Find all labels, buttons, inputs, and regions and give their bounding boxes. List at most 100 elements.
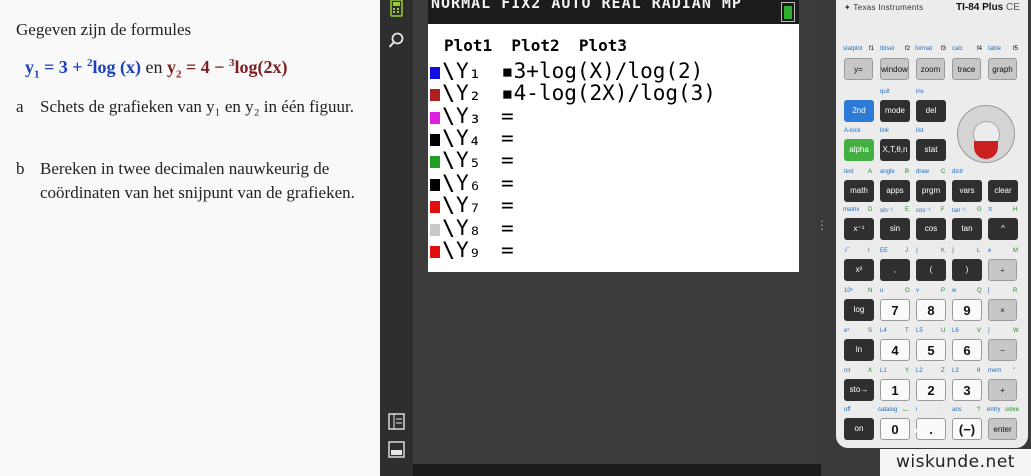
key-apps[interactable]: apps <box>880 180 910 202</box>
key-plus[interactable]: + <box>988 379 1017 401</box>
key-alpha[interactable]: alpha <box>844 139 874 161</box>
key-k7[interactable]: 7 <box>880 299 910 321</box>
line-style-icon[interactable]: \ <box>442 81 455 105</box>
key-minus[interactable]: − <box>988 339 1017 361</box>
key-zoom[interactable]: zoom <box>916 58 945 80</box>
key-label: f3 <box>941 46 947 52</box>
key-k5[interactable]: 5 <box>916 339 946 361</box>
y-equation[interactable]: ▪3+log(X)/log(2) <box>501 59 703 83</box>
arrow-pad[interactable] <box>957 105 1015 163</box>
key-trace[interactable]: trace <box>952 58 981 80</box>
key-label: : <box>941 407 943 413</box>
key-neg[interactable]: (−) <box>952 418 982 440</box>
key-k1[interactable]: 1 <box>880 379 910 401</box>
key-k6[interactable]: 6 <box>952 339 982 361</box>
key-enter[interactable]: enter <box>988 418 1017 440</box>
key-label: V <box>977 328 982 334</box>
key-div[interactable]: ÷ <box>988 259 1017 281</box>
y-color-swatch[interactable] <box>430 179 440 191</box>
key-k8[interactable]: 8 <box>916 299 946 321</box>
key-second[interactable]: 2nd <box>844 100 874 122</box>
key-k3[interactable]: 3 <box>952 379 982 401</box>
y-equation[interactable]: = <box>501 238 514 262</box>
question-a-letter: a <box>16 97 24 116</box>
key-tan[interactable]: tan <box>952 218 982 240</box>
key-del[interactable]: del <box>916 100 946 122</box>
plot-toggles[interactable]: Plot1 Plot2 Plot3 <box>444 36 627 55</box>
key-label: v <box>916 288 919 294</box>
splitter-handle-icon[interactable]: ⋮ <box>816 218 828 232</box>
model-suffix: CE <box>1006 2 1020 13</box>
key-pow[interactable]: ^ <box>988 218 1018 240</box>
key-k9[interactable]: 9 <box>952 299 982 321</box>
key-sin[interactable]: sin <box>880 218 910 240</box>
key-comma[interactable]: , <box>880 259 910 281</box>
y-equation[interactable]: = <box>501 104 514 128</box>
y-equation[interactable]: = <box>501 171 514 195</box>
equals-highlight-icon: ▪ <box>501 59 514 83</box>
key-ln[interactable]: ln <box>844 339 874 361</box>
key-k0[interactable]: 0 <box>880 418 910 440</box>
key-prgm[interactable]: prgm <box>916 180 946 202</box>
key-label: M <box>1013 248 1018 254</box>
key-clear[interactable]: clear <box>988 180 1018 202</box>
key-k2[interactable]: 2 <box>916 379 946 401</box>
y-name: Y₂ <box>456 81 482 105</box>
formula-y2: y2 = 4 − 3log(2x) <box>167 57 288 81</box>
exercise-panel: Gegeven zijn de formules y1 = 3 + 2log (… <box>0 0 380 476</box>
key-sto[interactable]: sto→ <box>844 379 874 401</box>
arrow-down-key[interactable] <box>974 141 998 159</box>
screen-layout-icon[interactable] <box>387 413 406 432</box>
line-style-icon[interactable]: \ <box>442 171 455 195</box>
y-color-swatch[interactable] <box>430 134 440 146</box>
key-window[interactable]: window <box>880 58 909 80</box>
y-color-swatch[interactable] <box>430 156 440 168</box>
y-color-swatch[interactable] <box>430 224 440 236</box>
key-log[interactable]: log <box>844 299 874 321</box>
y-equation[interactable]: = <box>501 193 514 217</box>
key-label: format <box>915 46 933 52</box>
key-xton[interactable]: X,T,θ,n <box>880 139 910 161</box>
y2-rhs-end: log(2x) <box>234 57 288 77</box>
key-vars[interactable]: vars <box>952 180 982 202</box>
y-color-swatch[interactable] <box>430 201 440 213</box>
keypad-toggle-icon[interactable] <box>387 441 406 460</box>
y-color-swatch[interactable] <box>430 246 440 258</box>
key-label: π <box>988 207 993 213</box>
key-math[interactable]: math <box>844 180 874 202</box>
search-icon[interactable] <box>387 32 406 51</box>
y-equation[interactable]: = <box>501 126 514 150</box>
y-color-swatch[interactable] <box>430 67 440 79</box>
key-lparen[interactable]: ( <box>916 259 946 281</box>
key-rparen[interactable]: ) <box>952 259 982 281</box>
y-equation[interactable]: ▪4-log(2X)/log(3) <box>501 81 716 105</box>
key-label: F <box>941 207 945 213</box>
line-style-icon[interactable]: \ <box>442 148 455 172</box>
key-xinv[interactable]: x⁻¹ <box>844 218 874 240</box>
key-mul[interactable]: × <box>988 299 1017 321</box>
key-cos[interactable]: cos <box>916 218 946 240</box>
key-mode[interactable]: mode <box>880 100 910 122</box>
line-style-icon[interactable]: \ <box>442 238 455 262</box>
key-label: w <box>952 288 957 294</box>
y-equation[interactable]: = <box>501 216 514 240</box>
line-style-icon[interactable]: \ <box>442 126 455 150</box>
line-style-icon[interactable]: \ <box>442 59 455 83</box>
line-style-icon[interactable]: \ <box>442 216 455 240</box>
calculator-icon[interactable] <box>387 0 406 19</box>
key-y_eq[interactable]: y= <box>844 58 873 80</box>
key-k4[interactable]: 4 <box>880 339 910 361</box>
y-equation[interactable]: = <box>501 148 514 172</box>
y-color-swatch[interactable] <box>430 89 440 101</box>
panel-splitter[interactable]: ⋮ <box>812 0 828 476</box>
line-style-icon[interactable]: \ <box>442 193 455 217</box>
key-on[interactable]: on <box>844 418 874 440</box>
line-style-icon[interactable]: \ <box>442 104 455 128</box>
key-stat[interactable]: stat <box>916 139 946 161</box>
key-graph[interactable]: graph <box>988 58 1017 80</box>
y-color-swatch[interactable] <box>430 112 440 124</box>
mouse-cursor-icon: ↖ <box>912 424 924 440</box>
key-xsq[interactable]: x² <box>844 259 874 281</box>
y-name: Y₁ <box>456 59 482 83</box>
y2-symbol: y <box>167 57 177 77</box>
